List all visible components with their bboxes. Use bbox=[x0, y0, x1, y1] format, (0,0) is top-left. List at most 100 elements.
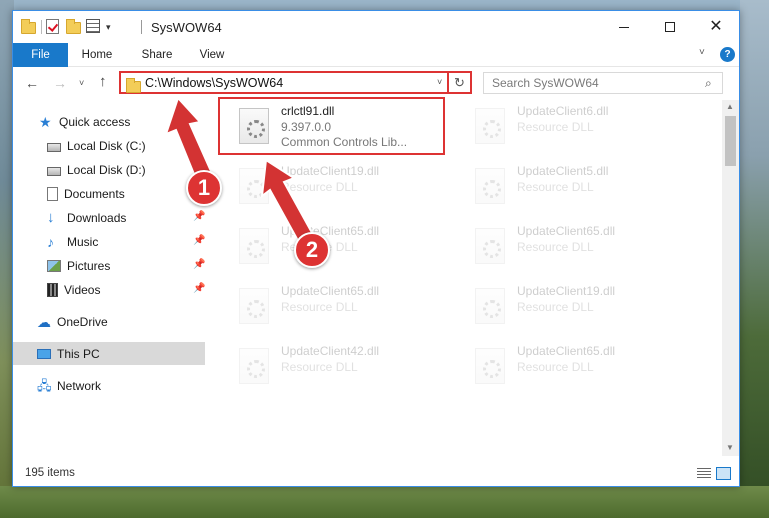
file-name: UpdateClient19.dll bbox=[517, 284, 616, 298]
ribbon-tabs: File Home Share View ˅ ? bbox=[13, 43, 739, 67]
desktop-background-right bbox=[740, 0, 769, 518]
sidebar-item-downloads[interactable]: ↓ Downloads 📌 bbox=[13, 206, 205, 229]
sidebar-item-this-pc[interactable]: This PC bbox=[13, 342, 205, 365]
refresh-button[interactable]: ↻ bbox=[449, 71, 472, 94]
navigation-bar: ← → ˅ ↑ C:\Windows\SysWOW64 ˅ ↻ Search S… bbox=[13, 67, 739, 100]
file-name: UpdateClient65.dll bbox=[517, 344, 616, 358]
file-name: UpdateClient42.dll bbox=[281, 344, 380, 358]
vertical-scrollbar[interactable]: ▲ ▼ bbox=[722, 100, 739, 456]
address-dropdown-icon[interactable]: ˅ bbox=[437, 77, 442, 87]
address-folder-icon bbox=[126, 78, 141, 93]
up-arrow-icon[interactable]: ↑ bbox=[99, 73, 107, 90]
sidebar-item-label: Local Disk (D:) bbox=[67, 162, 146, 177]
downloads-icon: ↓ bbox=[47, 208, 55, 226]
close-button[interactable]: ✕ bbox=[693, 11, 739, 43]
file-description: Resource DLL bbox=[517, 180, 594, 194]
sidebar-item-label: This PC bbox=[57, 346, 100, 361]
tab-home[interactable]: Home bbox=[75, 43, 119, 67]
sidebar-item-music[interactable]: ♪ Music 📌 bbox=[13, 230, 205, 253]
sidebar-item-label: Local Disk (C:) bbox=[67, 138, 146, 153]
maximize-button[interactable] bbox=[647, 11, 693, 43]
properties-icon[interactable] bbox=[86, 19, 102, 35]
sidebar-item-label: Downloads bbox=[67, 210, 127, 225]
file-item[interactable]: UpdateClient5.dll Resource DLL bbox=[467, 160, 692, 216]
dll-file-icon bbox=[239, 228, 269, 264]
address-bar[interactable]: C:\Windows\SysWOW64 ˅ bbox=[119, 71, 449, 94]
sidebar-item-quick-access[interactable]: ★ Quick access bbox=[13, 110, 205, 133]
file-description: Resource DLL bbox=[517, 240, 594, 254]
pin-icon[interactable]: 📌 bbox=[193, 283, 205, 294]
title-bar: ▾ SysWOW64 ✕ bbox=[13, 11, 739, 43]
file-description: Resource DLL bbox=[517, 120, 594, 134]
help-icon[interactable]: ? bbox=[720, 47, 735, 62]
scroll-thumb[interactable] bbox=[725, 116, 736, 166]
details-view-icon[interactable] bbox=[697, 468, 711, 480]
forward-arrow-icon[interactable]: → bbox=[53, 75, 67, 91]
sidebar-item-videos[interactable]: Videos 📌 bbox=[13, 278, 205, 301]
file-description: Resource DLL bbox=[281, 180, 358, 194]
window-title: SysWOW64 bbox=[151, 20, 222, 35]
sidebar-item-label: Music bbox=[67, 234, 99, 249]
file-item[interactable]: UpdateClient19.dll Resource DLL bbox=[467, 280, 692, 336]
pin-icon[interactable]: 📌 bbox=[193, 211, 205, 222]
tab-view[interactable]: View bbox=[193, 43, 231, 67]
sidebar-item-documents[interactable]: Documents bbox=[13, 182, 205, 205]
file-name: UpdateClient65.dll bbox=[281, 224, 380, 238]
file-item[interactable]: UpdateClient65.dll Resource DLL bbox=[467, 340, 692, 396]
star-icon: ★ bbox=[39, 113, 52, 130]
drive-icon bbox=[47, 142, 61, 152]
maximize-icon bbox=[665, 22, 675, 32]
file-description: Resource DLL bbox=[517, 300, 594, 314]
file-name: UpdateClient65.dll bbox=[281, 284, 380, 298]
back-arrow-icon[interactable]: ← bbox=[25, 75, 39, 91]
sidebar-item-local-disk-d[interactable]: Local Disk (D:) bbox=[13, 158, 205, 181]
folder-icon[interactable] bbox=[21, 19, 37, 35]
sidebar-item-pictures[interactable]: Pictures 📌 bbox=[13, 254, 205, 277]
new-folder-icon[interactable] bbox=[66, 19, 82, 35]
recent-locations-chevron-icon[interactable]: ˅ bbox=[79, 78, 84, 88]
dll-file-icon bbox=[475, 168, 505, 204]
toolbar-separator bbox=[41, 20, 42, 34]
sidebar-item-local-disk-c[interactable]: Local Disk (C:) bbox=[13, 134, 205, 157]
sidebar-item-label: Pictures bbox=[67, 258, 111, 273]
music-icon: ♪ bbox=[47, 233, 54, 250]
file-item[interactable]: UpdateClient42.dll Resource DLL bbox=[231, 340, 456, 396]
dll-file-icon bbox=[475, 348, 505, 384]
tiles-view-icon[interactable] bbox=[716, 467, 731, 480]
dll-file-icon bbox=[239, 348, 269, 384]
file-item[interactable]: UpdateClient19.dll Resource DLL bbox=[231, 160, 456, 216]
navigation-pane: ★ Quick access Local Disk (C:) Local Dis… bbox=[13, 100, 207, 456]
tab-share[interactable]: Share bbox=[137, 43, 177, 67]
pin-icon[interactable]: 📌 bbox=[193, 259, 205, 270]
customize-toolbar-dropdown-icon[interactable]: ▾ bbox=[106, 22, 111, 33]
network-icon: 🖧 bbox=[37, 377, 52, 393]
item-count: 195 items bbox=[25, 467, 75, 479]
videos-icon bbox=[47, 282, 58, 297]
file-name: UpdateClient65.dll bbox=[517, 224, 616, 238]
search-input[interactable]: Search SysWOW64 ⌕ bbox=[483, 72, 723, 94]
documents-icon bbox=[47, 186, 58, 201]
file-item[interactable]: UpdateClient65.dll Resource DLL bbox=[467, 220, 692, 276]
tab-file[interactable]: File bbox=[13, 43, 68, 67]
file-name: UpdateClient6.dll bbox=[517, 104, 609, 118]
annotation-badge-2: 2 bbox=[294, 232, 330, 268]
search-icon: ⌕ bbox=[705, 76, 712, 90]
pin-icon[interactable]: 📌 bbox=[193, 235, 205, 246]
this-pc-icon bbox=[37, 349, 51, 359]
file-explorer-window: ▾ SysWOW64 ✕ File Home Share View ˅ ? ← … bbox=[12, 10, 740, 487]
expand-ribbon-icon[interactable]: ˅ bbox=[699, 47, 705, 58]
file-item[interactable]: UpdateClient65.dll Resource DLL bbox=[231, 280, 456, 336]
desktop-background-bottom bbox=[0, 486, 769, 518]
file-item[interactable]: UpdateClient6.dll Resource DLL bbox=[467, 100, 692, 156]
scroll-down-icon[interactable]: ▼ bbox=[726, 443, 734, 452]
scroll-up-icon[interactable]: ▲ bbox=[726, 102, 734, 111]
dll-file-icon bbox=[475, 288, 505, 324]
file-item[interactable]: UpdateClient65.dll Resource DLL bbox=[231, 220, 456, 276]
sidebar-item-label: Network bbox=[57, 378, 102, 393]
sidebar-item-onedrive[interactable]: ☁ OneDrive bbox=[13, 310, 205, 333]
sidebar-item-network[interactable]: 🖧 Network bbox=[13, 374, 205, 397]
file-description: Resource DLL bbox=[281, 300, 358, 314]
minimize-button[interactable] bbox=[601, 11, 647, 43]
properties-check-icon[interactable] bbox=[46, 19, 62, 35]
selected-file-highlight bbox=[218, 97, 445, 155]
